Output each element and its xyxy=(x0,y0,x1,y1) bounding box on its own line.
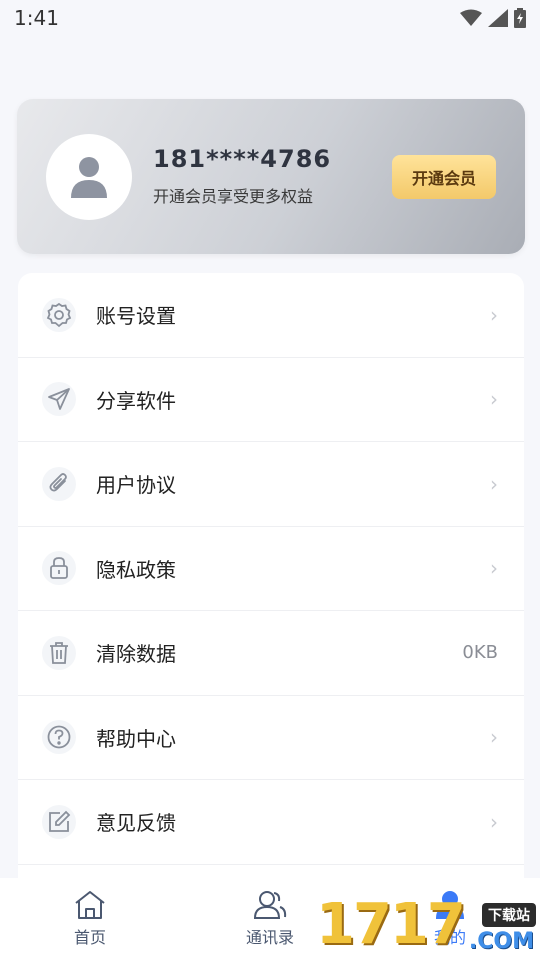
vip-subtitle: 开通会员享受更多权益 xyxy=(153,187,314,206)
watermark-number: 1717 xyxy=(316,892,466,957)
menu-item-feedback[interactable]: 意见反馈 › xyxy=(18,780,524,865)
watermark-logo: 1717 下载站 .COM xyxy=(316,895,540,960)
contacts-icon xyxy=(253,891,287,919)
status-icons xyxy=(460,8,526,28)
chevron-right-icon: › xyxy=(490,809,498,834)
status-time: 1:41 xyxy=(14,6,59,30)
settings-menu: 账号设置 › 分享软件 › 用户协议 › 隐私政策 › 清除数据 0KB 帮助中… xyxy=(18,273,524,913)
chevron-right-icon: › xyxy=(490,725,498,750)
menu-item-label: 清除数据 xyxy=(96,642,176,667)
menu-item-privacy-policy[interactable]: 隐私政策 › xyxy=(18,527,524,611)
question-icon xyxy=(42,720,76,755)
menu-item-label: 分享软件 xyxy=(96,388,176,413)
menu-item-help-center[interactable]: 帮助中心 › xyxy=(18,696,524,780)
menu-item-user-agreement[interactable]: 用户协议 › xyxy=(18,442,524,527)
trash-icon xyxy=(42,635,76,670)
user-icon xyxy=(71,157,107,198)
chevron-right-icon: › xyxy=(490,556,498,581)
edit-icon xyxy=(42,804,76,839)
chevron-right-icon: › xyxy=(490,471,498,496)
menu-item-share-app[interactable]: 分享软件 › xyxy=(18,358,524,442)
lock-icon xyxy=(42,551,76,586)
battery-icon xyxy=(514,8,526,28)
menu-item-label: 隐私政策 xyxy=(96,557,176,582)
home-icon xyxy=(75,891,105,919)
menu-item-label: 用户协议 xyxy=(96,473,176,498)
open-vip-button[interactable]: 开通会员 xyxy=(392,155,496,199)
cache-size-value: 0KB xyxy=(462,642,498,664)
avatar[interactable] xyxy=(46,134,132,220)
wifi-icon xyxy=(460,9,482,26)
status-bar: 1:41 xyxy=(0,0,540,36)
tab-label: 首页 xyxy=(73,928,106,947)
menu-item-label: 账号设置 xyxy=(96,304,176,329)
tab-home[interactable]: 首页 xyxy=(0,878,180,960)
watermark-site-badge: 下载站 xyxy=(482,903,536,927)
chevron-right-icon: › xyxy=(490,302,498,327)
watermark-domain: .COM xyxy=(468,929,534,954)
menu-item-label: 意见反馈 xyxy=(96,811,176,836)
user-phone: 181****4786 xyxy=(153,145,332,173)
paperclip-icon xyxy=(42,466,76,501)
menu-item-clear-data[interactable]: 清除数据 0KB xyxy=(18,611,524,696)
profile-card[interactable]: 181****4786 开通会员享受更多权益 开通会员 xyxy=(17,99,525,254)
tab-label: 通讯录 xyxy=(245,928,294,947)
gear-icon xyxy=(42,297,76,332)
signal-icon xyxy=(488,9,508,27)
menu-item-label: 帮助中心 xyxy=(96,726,176,751)
chevron-right-icon: › xyxy=(490,387,498,412)
send-icon xyxy=(42,382,76,417)
menu-item-account-settings[interactable]: 账号设置 › xyxy=(18,273,524,358)
